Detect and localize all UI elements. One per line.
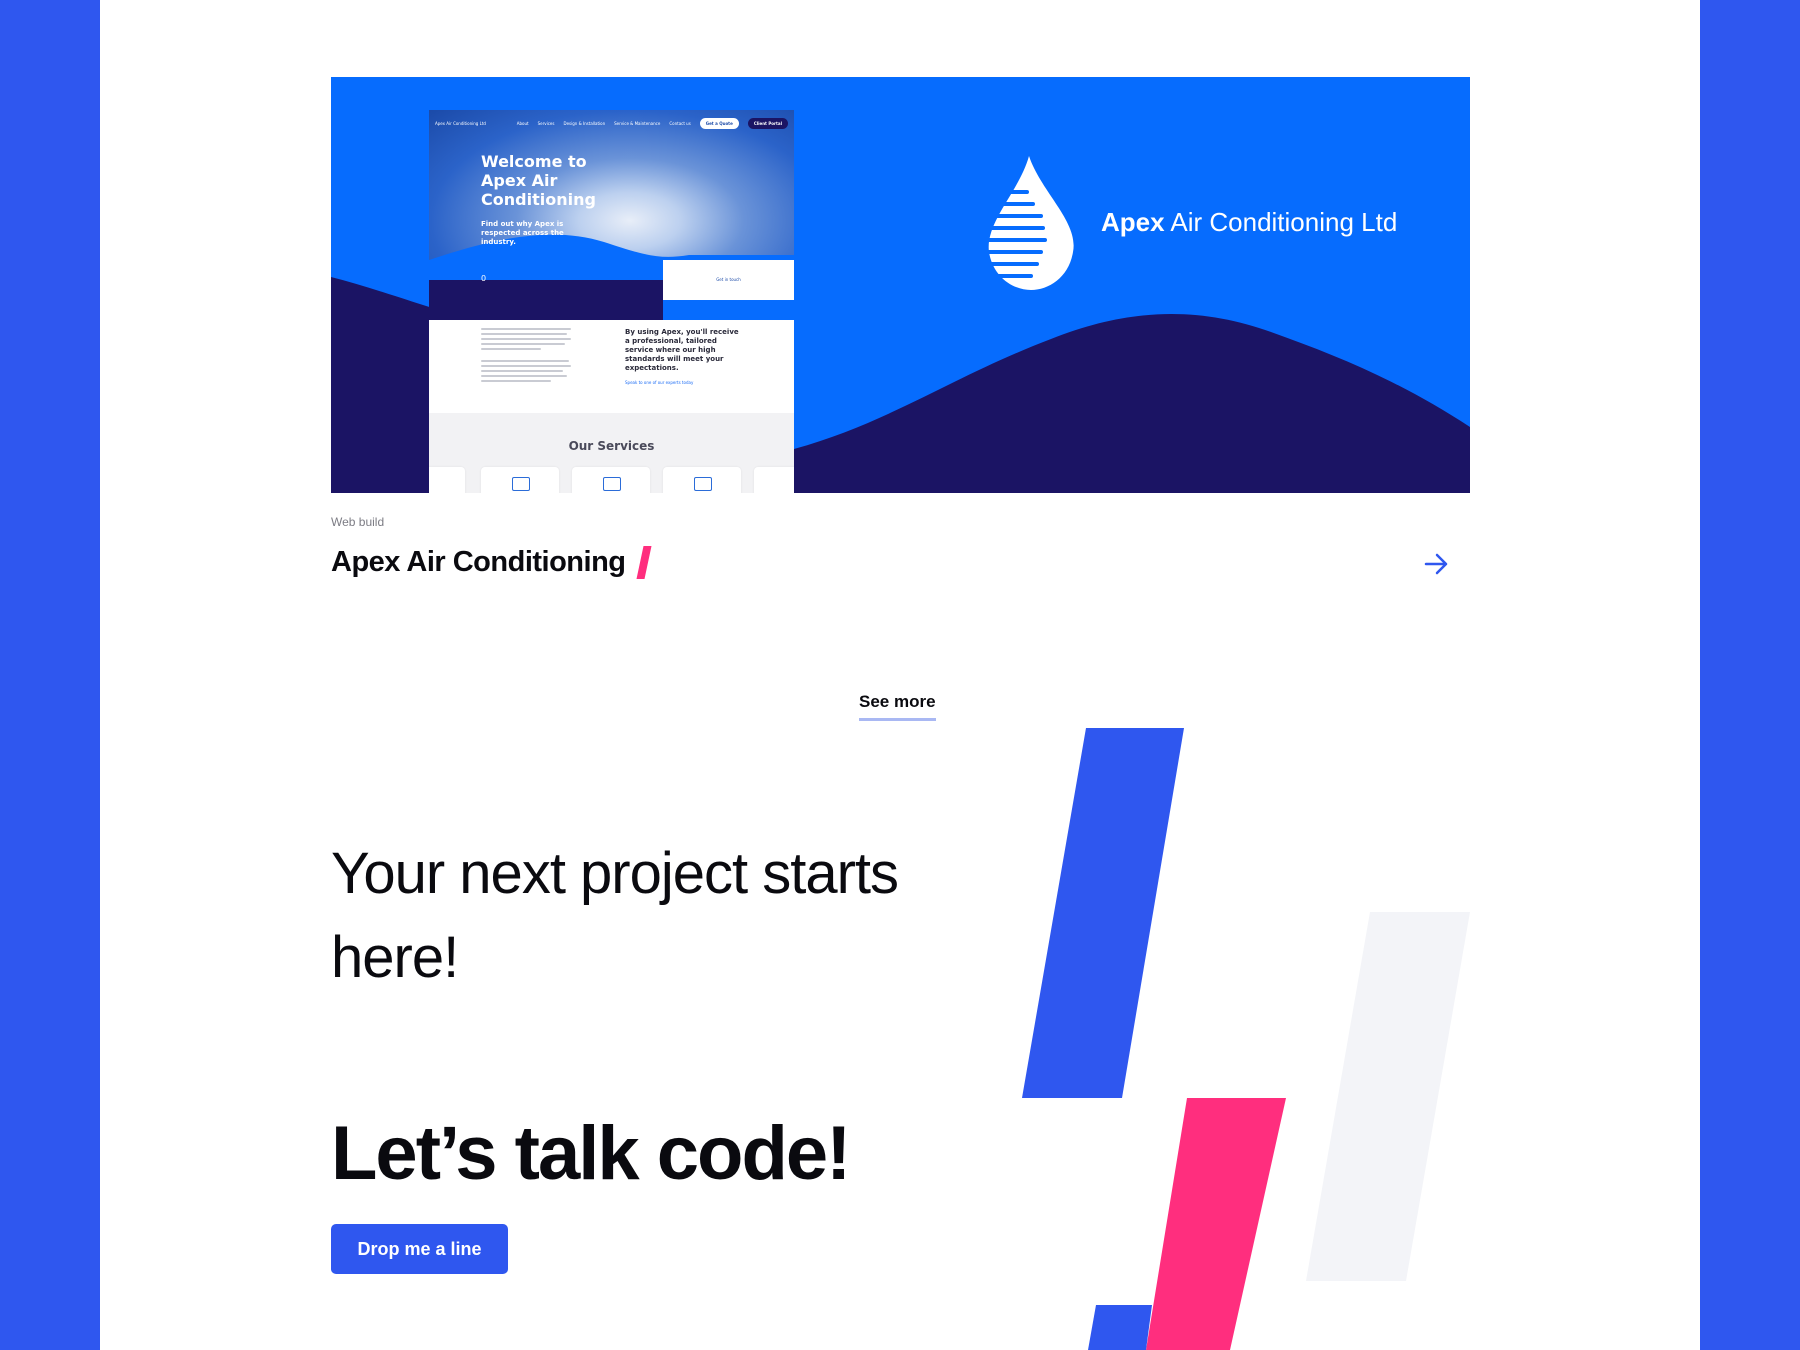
- mockup-service-tile: [429, 467, 465, 493]
- next-project-heading: Your next project starts here!: [331, 841, 899, 990]
- brand-name-bold: Apex: [1101, 207, 1165, 237]
- mockup-portal-button: Client Portal: [747, 117, 788, 129]
- mockup-service-tile: [481, 467, 559, 493]
- mockup-hero-subtitle: Find out why Apex is respected across th…: [481, 220, 564, 246]
- mockup-services: Our Services: [429, 413, 794, 493]
- mockup-get-in-touch: Get in touch: [663, 260, 794, 300]
- mockup-nav-item: Services: [537, 120, 555, 126]
- mockup-nav-item: Design & Installation: [563, 120, 606, 126]
- page-canvas: Apex Air Conditioning Ltd Apex Air Condi…: [100, 0, 1700, 1350]
- mockup-service-tile: [572, 467, 650, 493]
- mockup-quote-button: Get a Quote: [699, 117, 739, 129]
- arrow-right-icon[interactable]: [1423, 552, 1451, 576]
- mockup-service-tile: [663, 467, 741, 493]
- mockup-body-heading: By using Apex, you'll receive a professi…: [625, 328, 739, 372]
- mockup-nav-item: About: [516, 120, 529, 126]
- brand-name-rest: Air Conditioning Ltd: [1164, 207, 1398, 237]
- service-ac-icon: [603, 477, 621, 491]
- see-more-link[interactable]: See more: [859, 692, 936, 721]
- drop-me-a-line-button[interactable]: Drop me a line: [331, 1224, 508, 1274]
- mockup-nav-item: Service & Maintenance: [614, 120, 661, 126]
- mockup-nav-item: Contact us: [669, 120, 691, 126]
- water-drop-logo-icon: [981, 156, 1074, 290]
- project-thumbnail[interactable]: Apex Air Conditioning Ltd Apex Air Condi…: [331, 77, 1470, 493]
- pink-slash-shape: [1146, 1098, 1286, 1350]
- mockup-nav-logo: Apex Air Conditioning Ltd: [435, 120, 486, 126]
- mockup-nav: Apex Air Conditioning Ltd About Services…: [435, 116, 788, 130]
- mockup-service-tile: [754, 467, 794, 493]
- blue-slash-bottom-shape: [1088, 1305, 1152, 1350]
- grey-slash-shape: [1306, 912, 1470, 1281]
- service-unit-icon: [512, 477, 530, 491]
- website-mockup: Apex Air Conditioning Ltd About Services…: [429, 110, 794, 493]
- project-title-row[interactable]: Apex Air Conditioning: [331, 546, 652, 579]
- mockup-hero-counter: 0: [481, 274, 487, 283]
- slash-accent-icon: [636, 546, 652, 579]
- blue-slash-shape: [1022, 728, 1184, 1098]
- brand-lockup: Apex Air Conditioning Ltd: [981, 152, 1397, 292]
- mockup-body-link: Speak to one of our experts today: [625, 380, 694, 385]
- mockup-services-title: Our Services: [568, 439, 655, 453]
- project-title[interactable]: Apex Air Conditioning: [331, 546, 626, 579]
- lets-talk-heading: Let’s talk code!: [331, 1111, 851, 1196]
- brand-name: Apex Air Conditioning Ltd: [1101, 209, 1397, 235]
- mockup-hero-title: Welcome to Apex Air Conditioning: [481, 152, 596, 209]
- project-category: Web build: [331, 515, 385, 529]
- mockup-body-copy: [481, 328, 571, 385]
- service-tools-icon: [694, 477, 712, 491]
